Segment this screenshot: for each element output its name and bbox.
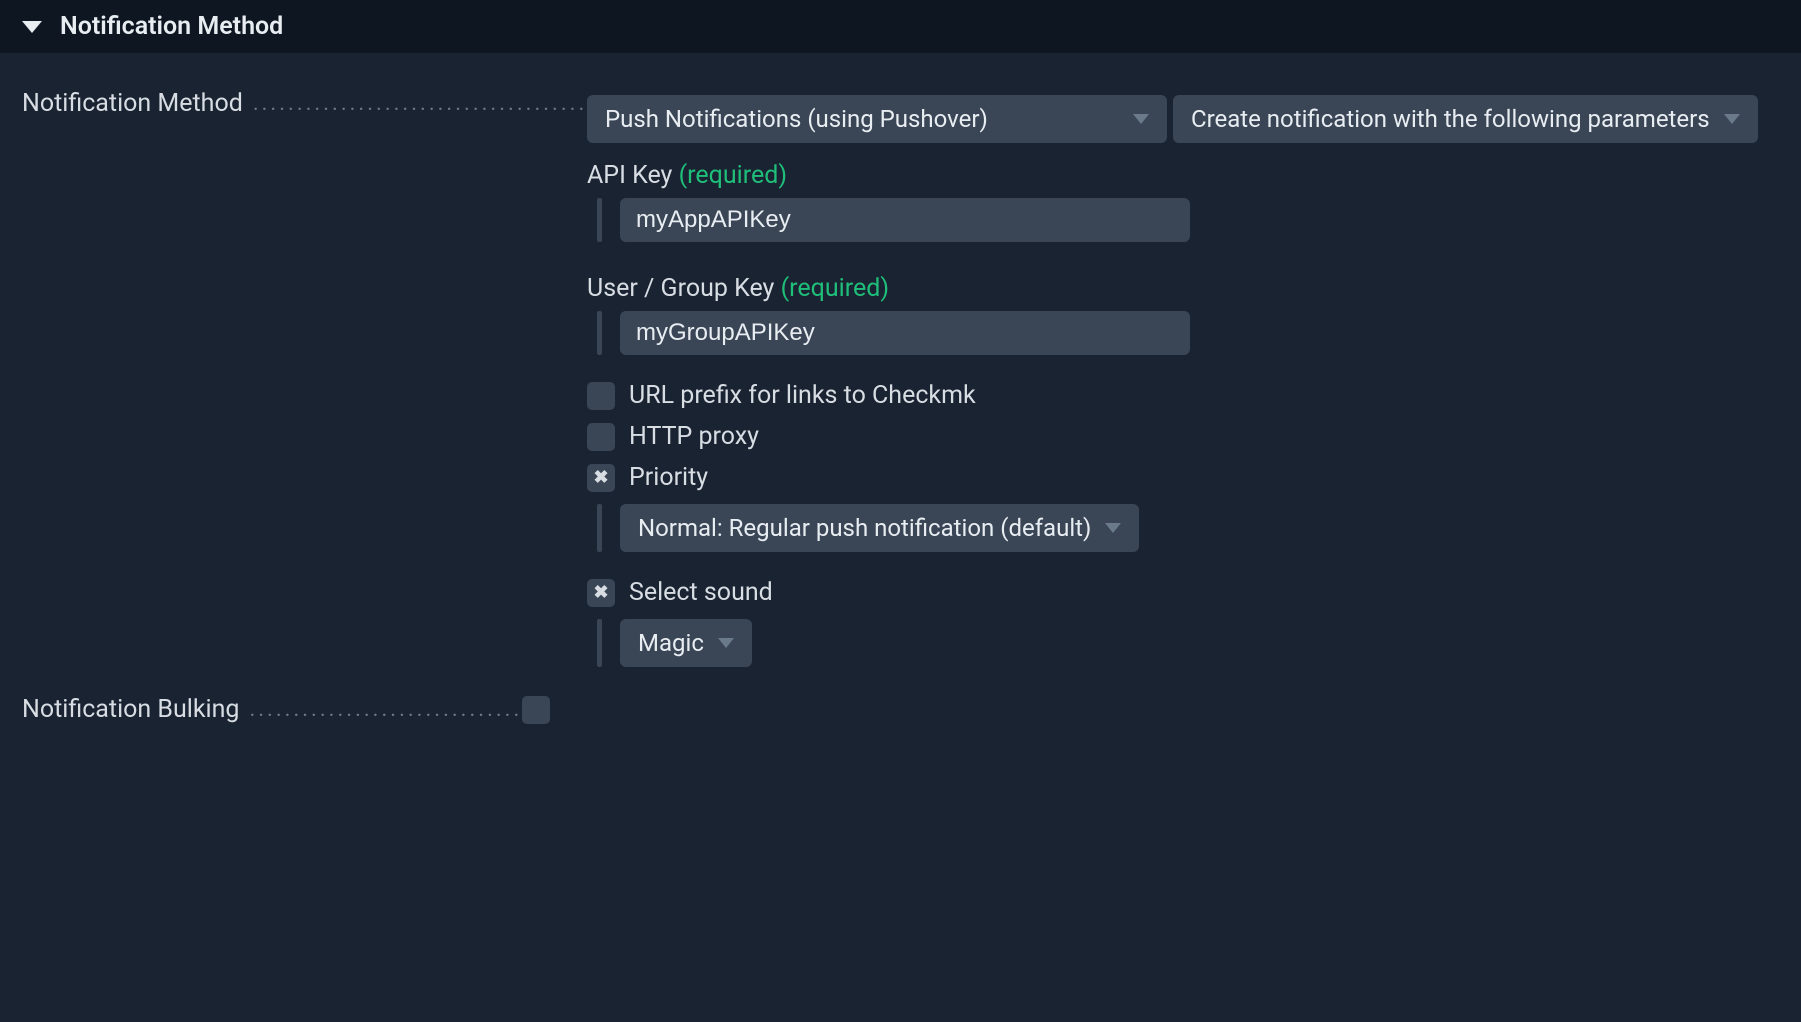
bulking-label-wrap: Notification Bulking ...................… [22, 695, 522, 724]
bulking-label: Notification Bulking [22, 695, 249, 724]
notification-method-row: Notification Method ....................… [22, 81, 1779, 667]
priority-select-value: Normal: Regular push notification (defau… [638, 514, 1091, 542]
method-select-value: Push Notifications (using Pushover) [605, 105, 988, 133]
sound-select[interactable]: Magic [620, 619, 752, 667]
sound-indent: Magic [587, 619, 1779, 667]
priority-checkbox[interactable] [587, 464, 615, 492]
chevron-down-icon [1133, 114, 1149, 124]
chevron-down-icon [718, 638, 734, 648]
http-proxy-row: HTTP proxy [587, 422, 1779, 451]
priority-label: Priority [629, 463, 708, 492]
http-proxy-label: HTTP proxy [629, 422, 759, 451]
bulking-checkbox[interactable] [522, 696, 550, 724]
chevron-down-icon [1724, 114, 1740, 124]
indent-bar [597, 619, 602, 667]
group-key-label-wrap: User / Group Key (required) [587, 274, 1779, 303]
group-key-label: User / Group Key [587, 274, 774, 303]
priority-row: Priority [587, 463, 1779, 492]
indent-bar [597, 504, 602, 552]
method-label-wrap: Notification Method ....................… [22, 81, 587, 125]
label-dots: ........................................… [253, 91, 587, 116]
group-key-input[interactable] [620, 311, 1190, 355]
sound-checkbox[interactable] [587, 579, 615, 607]
sound-label: Select sound [629, 578, 773, 607]
params-select-value: Create notification with the following p… [1191, 105, 1710, 133]
label-dots: ........................................… [249, 697, 522, 722]
group-key-field: User / Group Key (required) [587, 274, 1779, 355]
api-key-required: (required) [679, 161, 787, 190]
form-content: Notification Method ....................… [0, 53, 1801, 752]
url-prefix-checkbox[interactable] [587, 382, 615, 410]
url-prefix-row: URL prefix for links to Checkmk [587, 381, 1779, 410]
indent-bar [597, 198, 602, 242]
http-proxy-checkbox[interactable] [587, 423, 615, 451]
url-prefix-label: URL prefix for links to Checkmk [629, 381, 976, 410]
method-controls: Push Notifications (using Pushover) Crea… [587, 81, 1779, 667]
api-key-label-wrap: API Key (required) [587, 161, 1779, 190]
priority-select[interactable]: Normal: Regular push notification (defau… [620, 504, 1139, 552]
api-key-field: API Key (required) [587, 161, 1779, 242]
section-title: Notification Method [60, 12, 283, 41]
collapse-icon [22, 21, 42, 33]
method-label: Notification Method [22, 89, 253, 118]
group-key-indent [587, 311, 1779, 355]
api-key-input[interactable] [620, 198, 1190, 242]
chevron-down-icon [1105, 523, 1121, 533]
params-select[interactable]: Create notification with the following p… [1173, 95, 1758, 143]
priority-indent: Normal: Regular push notification (defau… [587, 504, 1779, 552]
api-key-indent [587, 198, 1779, 242]
method-select[interactable]: Push Notifications (using Pushover) [587, 95, 1167, 143]
group-key-required: (required) [781, 274, 889, 303]
section-header[interactable]: Notification Method [0, 0, 1801, 53]
sound-select-value: Magic [638, 629, 704, 657]
bulking-row: Notification Bulking ...................… [22, 695, 1779, 724]
indent-bar [597, 311, 602, 355]
sound-row: Select sound [587, 578, 1779, 607]
api-key-label: API Key [587, 161, 672, 190]
